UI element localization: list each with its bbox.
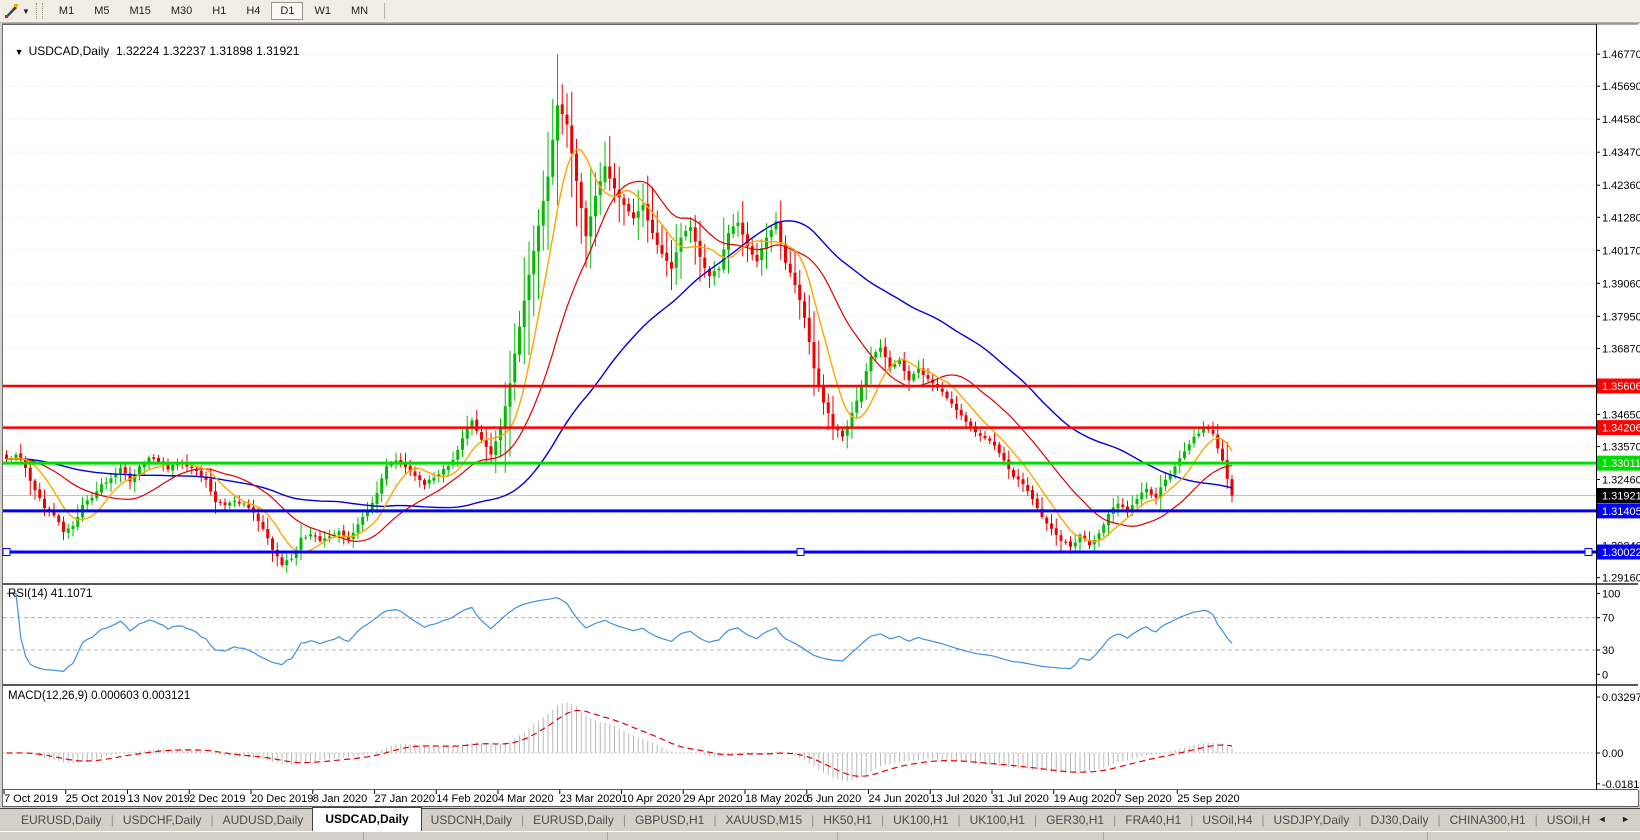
timeframe-buttons: M1M5M15M30H1H4D1W1MN [49,2,378,20]
chart-tab-usdcad-daily[interactable]: USDCAD,Daily [312,807,421,831]
chart-tab-audusd-daily[interactable]: AUDUSD,Daily [214,810,313,831]
chart-tab-usoil-h4[interactable]: USOil,H4 [1193,810,1261,831]
toolbar-separator [384,3,385,19]
timeframe-button-m1[interactable]: M1 [50,2,83,20]
chart-tab-fra40-h1[interactable]: FRA40,H1 [1116,810,1190,831]
chart-tab-eurusd-daily[interactable]: EURUSD,Daily [524,810,623,831]
chart-tab-uk100-h1[interactable]: UK100,H1 [961,810,1034,831]
chart-menu-caret[interactable]: ▼ [15,47,24,57]
chart-window [2,24,1639,807]
chart-tabs: EURUSD,Daily|USDCHF,Daily|AUDUSD,DailyUS… [12,810,1599,831]
chart-tab-eurusd-daily[interactable]: EURUSD,Daily [12,810,111,831]
rsi-indicator-label: RSI(14) 41.1071 [8,588,92,600]
timeframe-button-d1[interactable]: D1 [271,2,303,20]
chart-title: ▼ USDCAD,Daily 1.32224 1.32237 1.31898 1.… [8,30,299,58]
timeframe-button-m15[interactable]: M15 [120,2,159,20]
chart-tab-uk100-h1[interactable]: UK100,H1 [884,810,957,831]
chart-symbol-period: USDCAD,Daily [29,44,110,58]
macd-indicator-label: MACD(12,26,9) 0.000603 0.003121 [8,690,190,702]
chart-tab-dj30-daily[interactable]: DJ30,Daily [1361,810,1437,831]
chart-tab-china300-h1[interactable]: CHINA300,H1 [1441,810,1535,831]
top-toolbar: ▼ M1M5M15M30H1H4D1W1MN [0,0,1640,23]
chart-tab-gbpusd-h1[interactable]: GBPUSD,H1 [626,810,713,831]
chart-tab-usoil-h[interactable]: USOil,H [1538,810,1599,831]
chart-tab-usdjpy-daily[interactable]: USDJPY,Daily [1265,810,1359,831]
chart-tab-usdcnh-daily[interactable]: USDCNH,Daily [422,810,521,831]
timeframe-button-w1[interactable]: W1 [305,2,340,20]
chart-drawing-tools-icon[interactable] [2,3,22,19]
timeframe-button-m5[interactable]: M5 [85,2,118,20]
timeframe-button-h1[interactable]: H1 [203,2,235,20]
chart-tab-xauusd-m15[interactable]: XAUUSD,M15 [716,810,811,831]
timeframe-button-h4[interactable]: H4 [237,2,269,20]
toolbar-grip[interactable] [36,3,43,19]
tab-scroll-arrows[interactable]: ◄ ► [1598,814,1636,824]
chart-tab-ger30-h1[interactable]: GER30,H1 [1037,810,1113,831]
timeframe-button-mn[interactable]: MN [342,2,377,20]
chart-ohlc-values: 1.32224 1.32237 1.31898 1.31921 [116,44,300,58]
chart-tab-usdchf-daily[interactable]: USDCHF,Daily [114,810,211,831]
timeframe-button-m30[interactable]: M30 [162,2,201,20]
chart-tab-hk50-h1[interactable]: HK50,H1 [814,810,881,831]
chart-tab-bar: EURUSD,Daily|USDCHF,Daily|AUDUSD,DailyUS… [0,808,1640,831]
tool-dropdown-caret[interactable]: ▼ [22,7,30,16]
